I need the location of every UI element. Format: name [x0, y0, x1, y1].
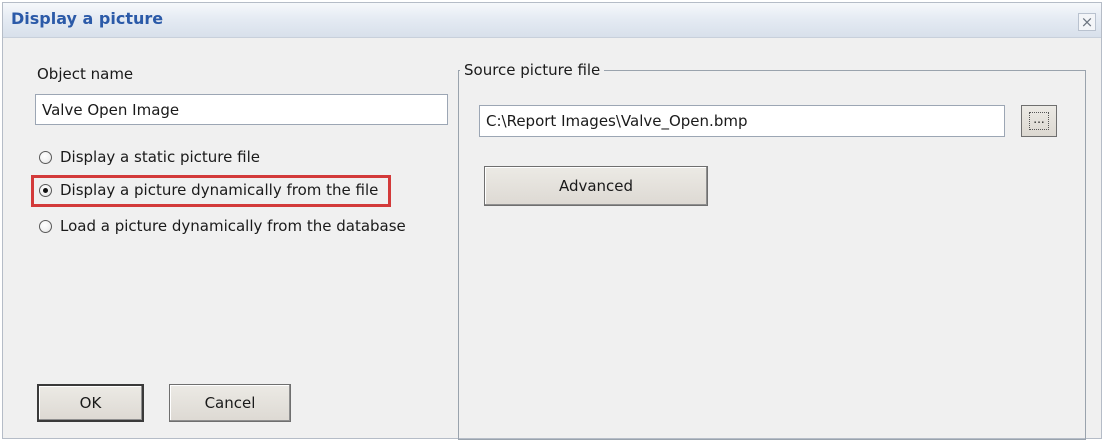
advanced-button[interactable]: Advanced: [484, 166, 708, 206]
browse-button[interactable]: ...: [1021, 105, 1057, 137]
cancel-label: Cancel: [204, 394, 256, 412]
object-name-value: Valve Open Image: [42, 100, 180, 119]
radio-static-picture[interactable]: Display a static picture file: [39, 148, 260, 166]
source-picture-label: Source picture file: [460, 61, 605, 79]
advanced-label: Advanced: [558, 177, 634, 195]
radio-dynamic-file-label: Display a picture dynamically from the f…: [60, 181, 379, 199]
radio-unchecked-icon: [39, 219, 52, 233]
ellipsis-icon: ...: [1029, 112, 1049, 130]
radio-dynamic-database-label: Load a picture dynamically from the data…: [60, 217, 406, 235]
title-bar: Display a picture ×: [3, 3, 1101, 38]
source-path-input[interactable]: C:\Report Images\Valve_Open.bmp: [479, 105, 1005, 137]
dialog-title: Display a picture: [11, 9, 164, 28]
object-name-input[interactable]: Valve Open Image: [35, 94, 448, 125]
cancel-button[interactable]: Cancel: [169, 384, 291, 422]
radio-checked-icon: [39, 183, 52, 197]
close-icon: ×: [1080, 13, 1094, 31]
close-button[interactable]: ×: [1078, 13, 1096, 31]
ok-label: OK: [79, 394, 102, 412]
radio-dynamic-database[interactable]: Load a picture dynamically from the data…: [39, 217, 406, 235]
radio-unchecked-icon: [39, 150, 52, 164]
source-path-value: C:\Report Images\Valve_Open.bmp: [486, 112, 748, 130]
radio-static-picture-label: Display a static picture file: [60, 148, 260, 166]
ok-button[interactable]: OK: [37, 384, 144, 422]
object-name-label: Object name: [37, 65, 134, 83]
radio-dynamic-file[interactable]: Display a picture dynamically from the f…: [39, 181, 378, 199]
